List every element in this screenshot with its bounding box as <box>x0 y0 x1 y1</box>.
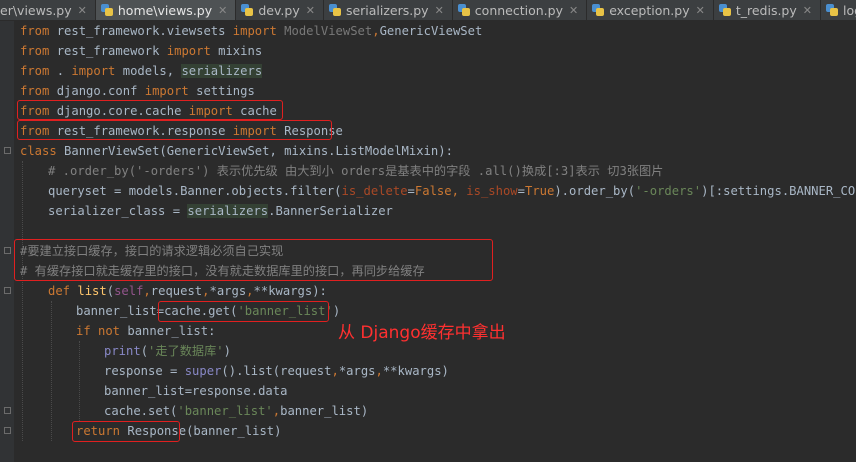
tab-label: exception.py <box>609 2 690 18</box>
close-icon[interactable]: ✕ <box>78 4 87 17</box>
code-line-17: print('走了数据库') <box>104 344 231 358</box>
tab-label: home\views.py <box>117 2 213 18</box>
tab-label: serializers.py <box>345 2 429 18</box>
editor-tab-bar: er\views.py ✕ home\views.py ✕ dev.py ✕ s… <box>0 0 856 21</box>
highlight-box-cache-import <box>17 100 283 120</box>
tab-home-views[interactable]: home\views.py ✕ <box>95 0 237 20</box>
code-line-3: from . import models, serializers <box>20 64 263 78</box>
close-icon[interactable]: ✕ <box>435 4 444 17</box>
code-line-7: class BannerViewSet(GenericViewSet, mixi… <box>20 144 453 158</box>
code-line-19: banner_list=response.data <box>104 384 288 398</box>
tab-exception[interactable]: exception.py ✕ <box>587 0 714 20</box>
highlight-box-response-import <box>17 120 332 140</box>
code-line-9: queryset = models.Banner.objects.filter(… <box>48 184 856 198</box>
python-file-icon <box>100 3 114 17</box>
tab-label: er\views.py <box>0 2 72 18</box>
highlight-box-cache-get <box>158 301 329 322</box>
code-line-14: def list(self,request,*args,**kwargs): <box>48 284 327 298</box>
indent-guide <box>79 341 80 421</box>
code-line-18: response = super().list(request,*args,**… <box>104 364 449 378</box>
highlight-box-comment <box>14 239 493 281</box>
tab-t-redis[interactable]: t_redis.py ✕ <box>714 0 821 20</box>
close-icon[interactable]: ✕ <box>696 4 705 17</box>
python-file-icon <box>328 3 342 17</box>
indent-guide <box>22 161 23 441</box>
code-line-4: from django.conf import settings <box>20 84 255 98</box>
tab-user-views[interactable]: er\views.py ✕ <box>0 0 96 20</box>
code-line-20: cache.set('banner_list',banner_list) <box>104 404 369 418</box>
python-file-icon <box>591 3 605 17</box>
python-file-icon <box>825 3 839 17</box>
tab-connection[interactable]: connection.py ✕ <box>453 0 588 20</box>
code-line-10: serializer_class = serializers.BannerSer… <box>48 204 393 218</box>
tab-label: dev.py <box>258 2 300 18</box>
annotation-text: 从 Django缓存中拿出 <box>338 323 506 343</box>
code-line-16: if not banner_list: <box>76 324 216 338</box>
tab-logging[interactable]: loggi <box>821 0 856 20</box>
close-icon[interactable]: ✕ <box>803 4 812 17</box>
tab-serializers[interactable]: serializers.py ✕ <box>324 0 453 20</box>
tab-label: t_redis.py <box>735 2 797 18</box>
tab-label: connection.py <box>474 2 563 18</box>
highlight-box-return <box>72 421 180 442</box>
tab-dev[interactable]: dev.py ✕ <box>236 0 324 20</box>
close-icon[interactable]: ✕ <box>569 4 578 17</box>
python-file-icon <box>457 3 471 17</box>
code-line-1: from rest_framework.viewsets import Mode… <box>20 24 483 38</box>
code-line-8: # .order_by('-orders') 表示优先级 由大到小 orders… <box>48 164 664 178</box>
python-file-icon <box>718 3 732 17</box>
code-editor[interactable]: from rest_framework.viewsets import Mode… <box>0 21 856 462</box>
code-line-2: from rest_framework import mixins <box>20 44 263 58</box>
python-file-icon <box>240 3 254 17</box>
close-icon[interactable]: ✕ <box>306 4 315 17</box>
close-icon[interactable]: ✕ <box>218 4 227 17</box>
indent-guide <box>51 301 52 441</box>
tab-label: loggi <box>842 2 856 18</box>
